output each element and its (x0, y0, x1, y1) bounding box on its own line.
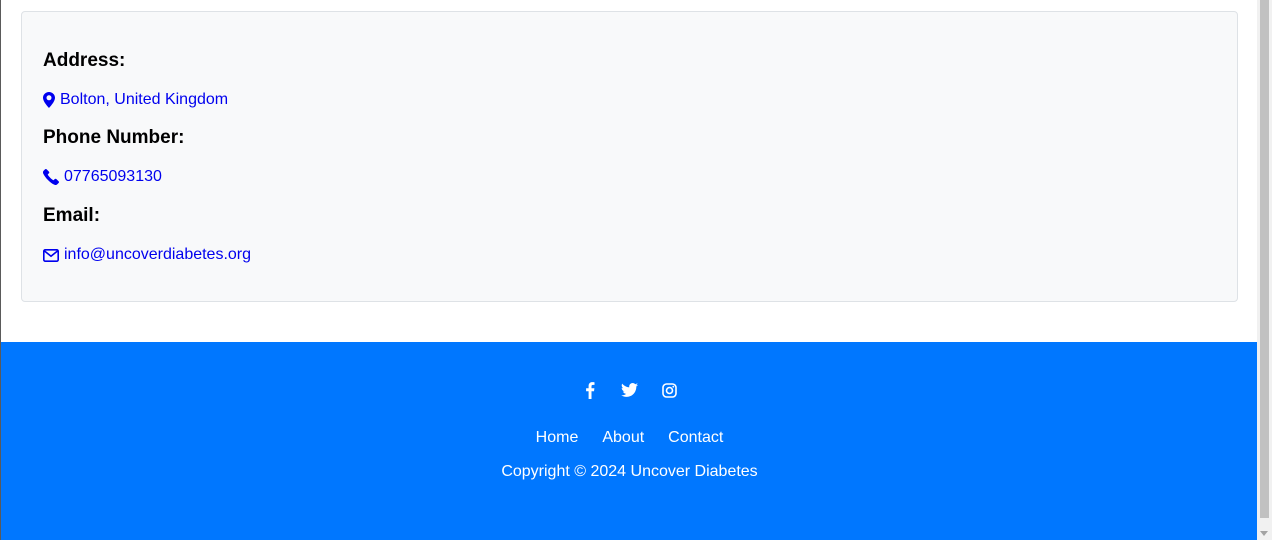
copyright-text: Copyright © 2024 Uncover Diabetes (501, 463, 758, 480)
phone-icon (43, 169, 59, 185)
phone-link[interactable]: 07765093130 (43, 167, 162, 187)
page-content: Address: Bolton, United Kingdom Phone Nu… (0, 0, 1258, 540)
vertical-scrollbar[interactable] (1257, 0, 1272, 540)
address-text: Bolton, United Kingdom (60, 91, 229, 108)
twitter-icon (621, 383, 638, 397)
footer-nav-about[interactable]: About (602, 428, 644, 448)
email-link[interactable]: info@uncoverdiabetes.org (43, 245, 251, 265)
site-footer: Home About Contact Copyright © 2024 Unco… (1, 342, 1258, 540)
phone-text: 07765093130 (64, 168, 162, 185)
instagram-link[interactable] (660, 380, 680, 400)
email-text: info@uncoverdiabetes.org (64, 246, 252, 263)
envelope-icon (43, 248, 59, 262)
footer-nav-contact[interactable]: Contact (668, 428, 723, 448)
facebook-icon (585, 381, 594, 399)
twitter-link[interactable] (620, 380, 640, 400)
facebook-link[interactable] (580, 380, 600, 400)
contact-info-card: Address: Bolton, United Kingdom Phone Nu… (21, 11, 1238, 302)
address-heading: Address: (43, 50, 126, 71)
map-marker-icon (43, 92, 55, 108)
phone-heading: Phone Number: (43, 127, 185, 148)
scroll-down-arrow-icon[interactable] (1260, 531, 1268, 536)
address-link[interactable]: Bolton, United Kingdom (43, 90, 228, 110)
social-links (1, 380, 1258, 400)
scrollbar-thumb[interactable] (1260, 0, 1269, 518)
instagram-icon (662, 382, 677, 398)
browser-viewport: Address: Bolton, United Kingdom Phone Nu… (0, 0, 1272, 540)
footer-nav: Home About Contact (1, 428, 1258, 448)
email-heading: Email: (43, 205, 101, 226)
footer-nav-home[interactable]: Home (536, 428, 579, 448)
